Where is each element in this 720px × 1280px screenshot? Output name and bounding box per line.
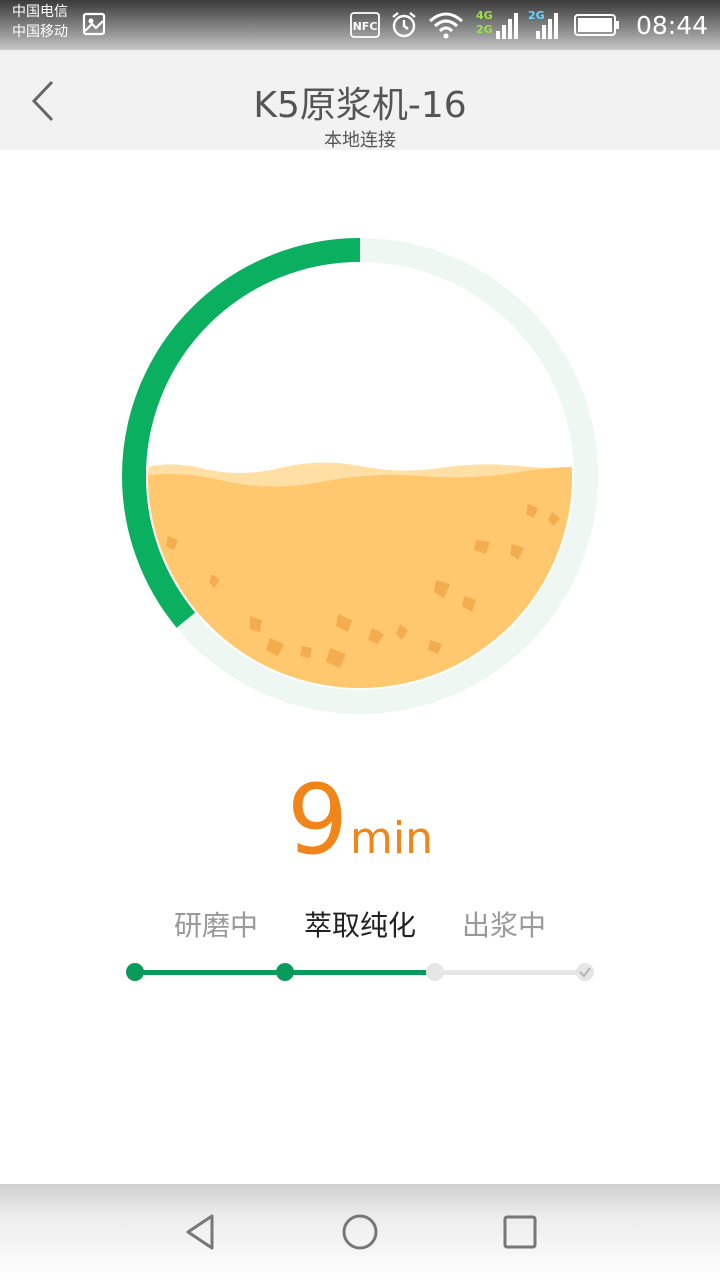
wifi-icon	[428, 12, 463, 39]
alarm-icon	[392, 12, 416, 38]
liquid	[148, 462, 572, 688]
svg-text:4G: 4G	[476, 9, 493, 22]
carrier-1: 中国电信	[12, 4, 68, 20]
connection-status: 本地连接	[324, 130, 396, 151]
status-time: 08:44	[635, 10, 708, 40]
timer-unit: min	[350, 813, 434, 864]
home-circle-icon	[342, 1214, 378, 1250]
svg-text:2G: 2G	[528, 9, 545, 22]
app-header: K5原浆机-16 本地连接	[0, 50, 720, 151]
timer-value: 9	[286, 764, 349, 876]
step-label-extracting: 萃取纯化	[303, 909, 416, 942]
nav-home-button[interactable]	[340, 1212, 380, 1252]
signal-2-icon: 2G	[528, 9, 558, 39]
brewing-progress-ring	[122, 238, 598, 714]
step-dot-extracting	[276, 963, 294, 981]
page-title: K5原浆机-16	[253, 85, 467, 126]
nav-back-button[interactable]	[180, 1212, 220, 1252]
svg-text:2G: 2G	[476, 23, 493, 36]
system-nav-bar	[0, 1184, 720, 1280]
gallery-icon	[82, 12, 106, 36]
signal-icon: 4G 2G	[476, 9, 518, 39]
status-bar: 中国电信 中国移动 NFC 4G 2G 2G 08:44	[0, 0, 720, 50]
carrier-info: 中国电信 中国移动	[12, 2, 68, 42]
nav-recents-button[interactable]	[500, 1212, 540, 1252]
svg-text:NFC: NFC	[353, 20, 378, 33]
step-dot-grinding	[126, 963, 144, 981]
carrier-2: 中国移动	[12, 24, 68, 40]
step-progress-track	[126, 963, 594, 981]
step-label-grinding: 研磨中	[173, 909, 258, 942]
step-dot-dispensing	[426, 963, 444, 981]
step-label-dispensing: 出浆中	[461, 909, 546, 942]
recents-square-icon	[503, 1215, 537, 1249]
back-triangle-icon	[186, 1214, 214, 1250]
nfc-icon: NFC	[350, 12, 380, 38]
remaining-time: 9min	[0, 765, 720, 875]
step-labels: 研磨中 萃取纯化 出浆中	[0, 900, 720, 944]
battery-icon	[573, 14, 619, 36]
step-dot-finish	[576, 963, 594, 981]
